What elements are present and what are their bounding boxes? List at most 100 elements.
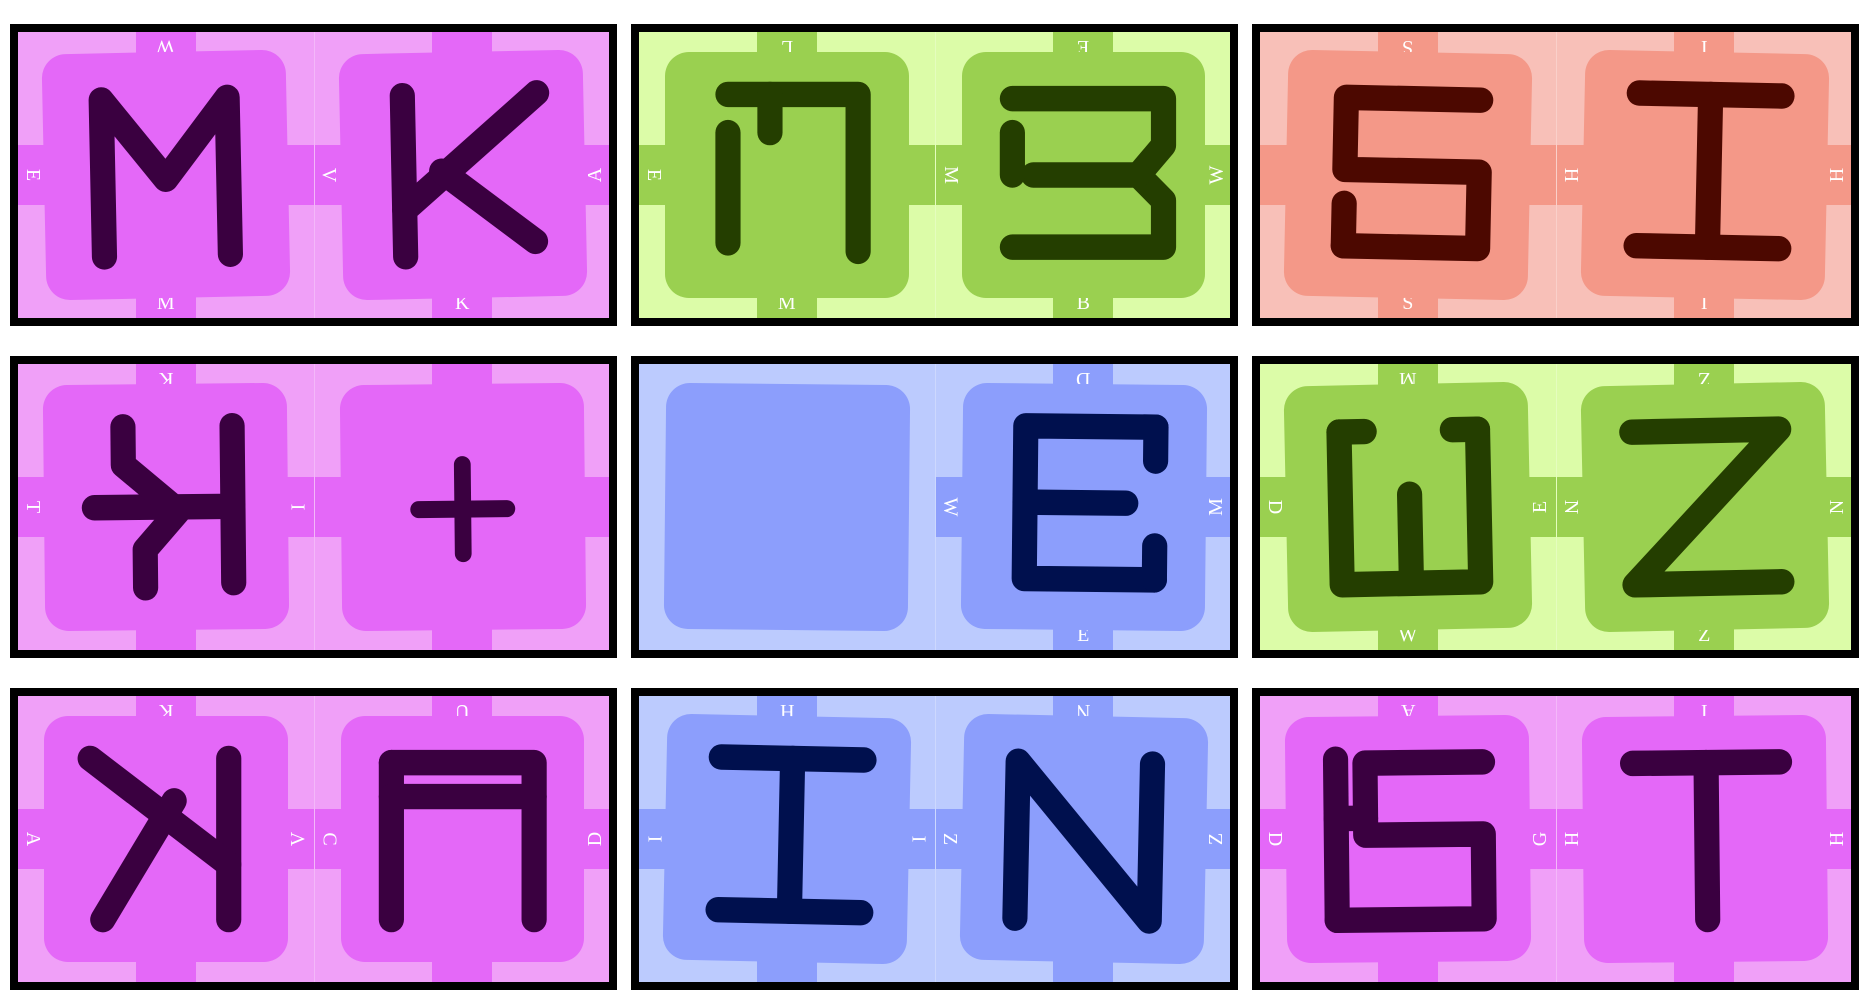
tile-tab-right bbox=[905, 145, 935, 205]
glyph-s-icon bbox=[1283, 49, 1532, 300]
glyph-k-icon bbox=[338, 49, 587, 300]
edge-label: D bbox=[1265, 500, 1285, 514]
glyph-ak-icon bbox=[44, 716, 288, 962]
glyph-stroke bbox=[1706, 763, 1708, 920]
edge-label: E bbox=[644, 169, 664, 181]
letter-tile[interactable] bbox=[959, 713, 1208, 964]
tile-tab-right: I bbox=[905, 809, 935, 869]
edge-label: E bbox=[23, 169, 43, 181]
glyph-stroke bbox=[1631, 429, 1781, 585]
tile-tab-right: V bbox=[284, 809, 314, 869]
glyph-stroke bbox=[402, 96, 405, 257]
letter-tile[interactable] bbox=[338, 49, 587, 300]
card-half: NZZ bbox=[935, 696, 1232, 982]
card-half bbox=[314, 364, 611, 650]
letter-tile[interactable] bbox=[1580, 381, 1829, 632]
glyph-stroke bbox=[1339, 432, 1364, 433]
puzzle-card[interactable]: HIINZZ bbox=[631, 688, 1238, 990]
edge-label: H bbox=[1561, 832, 1581, 846]
edge-label: Z bbox=[1206, 833, 1226, 845]
puzzle-card[interactable]: DEWM bbox=[631, 356, 1238, 658]
edge-label: D bbox=[585, 832, 605, 846]
edge-label: H bbox=[1827, 168, 1847, 182]
glyph-stroke bbox=[1410, 494, 1412, 583]
card-half bbox=[639, 364, 935, 650]
glyph-w-icon bbox=[1283, 381, 1532, 632]
puzzle-card[interactable]: MWDEZZNN bbox=[1252, 356, 1859, 658]
edge-label: G bbox=[1530, 832, 1550, 846]
edge-label: N bbox=[1827, 500, 1847, 514]
glyph-z-icon bbox=[1580, 381, 1829, 632]
glyph-b-icon bbox=[962, 52, 1206, 298]
edge-label: V bbox=[319, 168, 339, 182]
edge-label: W bbox=[1206, 166, 1226, 185]
letter-tile[interactable] bbox=[1581, 715, 1827, 964]
puzzle-card[interactable]: WMEKVA bbox=[10, 24, 617, 326]
card-half: IHH bbox=[1556, 696, 1853, 982]
card-half: SS bbox=[1260, 32, 1556, 318]
puzzle-card[interactable]: SSIIHH bbox=[1252, 24, 1859, 326]
tile-tab-right bbox=[1526, 145, 1556, 205]
glyph-stroke bbox=[1707, 95, 1710, 248]
card-half: LME bbox=[639, 32, 935, 318]
glyph-stroke bbox=[1014, 761, 1152, 921]
letter-tile[interactable] bbox=[664, 383, 910, 632]
edge-label: M bbox=[1206, 498, 1226, 516]
glyph-stroke bbox=[418, 509, 506, 510]
card-half: DEWM bbox=[935, 364, 1232, 650]
letter-tile[interactable] bbox=[662, 713, 911, 964]
glyph-stroke bbox=[728, 94, 858, 251]
letter-tile[interactable] bbox=[341, 716, 585, 962]
letter-tile[interactable] bbox=[665, 52, 909, 298]
glyph-stroke bbox=[789, 759, 792, 912]
edge-label: H bbox=[1827, 832, 1847, 846]
letter-tile[interactable] bbox=[962, 52, 1206, 298]
letter-tile[interactable] bbox=[44, 716, 288, 962]
edge-label: I bbox=[644, 836, 664, 843]
letter-tile[interactable] bbox=[1580, 49, 1829, 300]
card-half: KAV bbox=[18, 696, 314, 982]
card-half: ZZNN bbox=[1556, 364, 1853, 650]
edge-label: Z bbox=[941, 833, 961, 845]
letter-tile[interactable] bbox=[339, 383, 585, 632]
glyph-m-icon bbox=[41, 49, 290, 300]
tile-tab-right bbox=[284, 145, 314, 205]
puzzle-card[interactable]: ADGIHH bbox=[1252, 688, 1859, 990]
edge-label: A bbox=[585, 168, 605, 182]
card-half: EBMW bbox=[935, 32, 1232, 318]
edge-label: D bbox=[1265, 832, 1285, 846]
edge-label: I bbox=[909, 836, 929, 843]
glyph-stroke bbox=[1343, 97, 1480, 248]
card-half: KTI bbox=[18, 364, 314, 650]
card-half: WME bbox=[18, 32, 314, 318]
edge-label: A bbox=[23, 832, 43, 846]
glyph-l-icon bbox=[665, 52, 909, 298]
puzzle-card[interactable]: LMEEBMW bbox=[631, 24, 1238, 326]
letter-tile[interactable] bbox=[43, 383, 289, 632]
glyph-kt-icon bbox=[43, 383, 289, 632]
glyph-stroke bbox=[1336, 759, 1338, 920]
puzzle-card[interactable]: KAVUCD bbox=[10, 688, 617, 990]
letter-tile[interactable] bbox=[1285, 715, 1531, 964]
letter-tile[interactable] bbox=[1283, 49, 1532, 300]
edge-label: H bbox=[1561, 168, 1581, 182]
letter-tile[interactable] bbox=[960, 383, 1206, 632]
letter-tile[interactable] bbox=[1283, 381, 1532, 632]
glyph-stroke bbox=[441, 169, 535, 243]
glyph-stroke bbox=[1336, 762, 1485, 920]
edge-label: M bbox=[940, 166, 960, 184]
puzzle-card[interactable]: KTI bbox=[10, 356, 617, 658]
edge-label: W bbox=[940, 498, 960, 517]
tile-tab-right: W bbox=[1201, 145, 1231, 205]
edge-label: I bbox=[288, 504, 308, 511]
glyph-t-icon bbox=[1581, 715, 1827, 964]
glyph-h-icon bbox=[1580, 49, 1829, 300]
edge-label: E bbox=[1531, 501, 1551, 513]
card-half: UCD bbox=[314, 696, 611, 982]
tile-tab-right: E bbox=[1526, 477, 1556, 537]
card-half: HII bbox=[639, 696, 935, 982]
tile-tab-right: D bbox=[580, 809, 610, 869]
glyph-n-icon bbox=[959, 713, 1208, 964]
glyph-stroke bbox=[1025, 502, 1126, 503]
letter-tile[interactable] bbox=[41, 49, 290, 300]
